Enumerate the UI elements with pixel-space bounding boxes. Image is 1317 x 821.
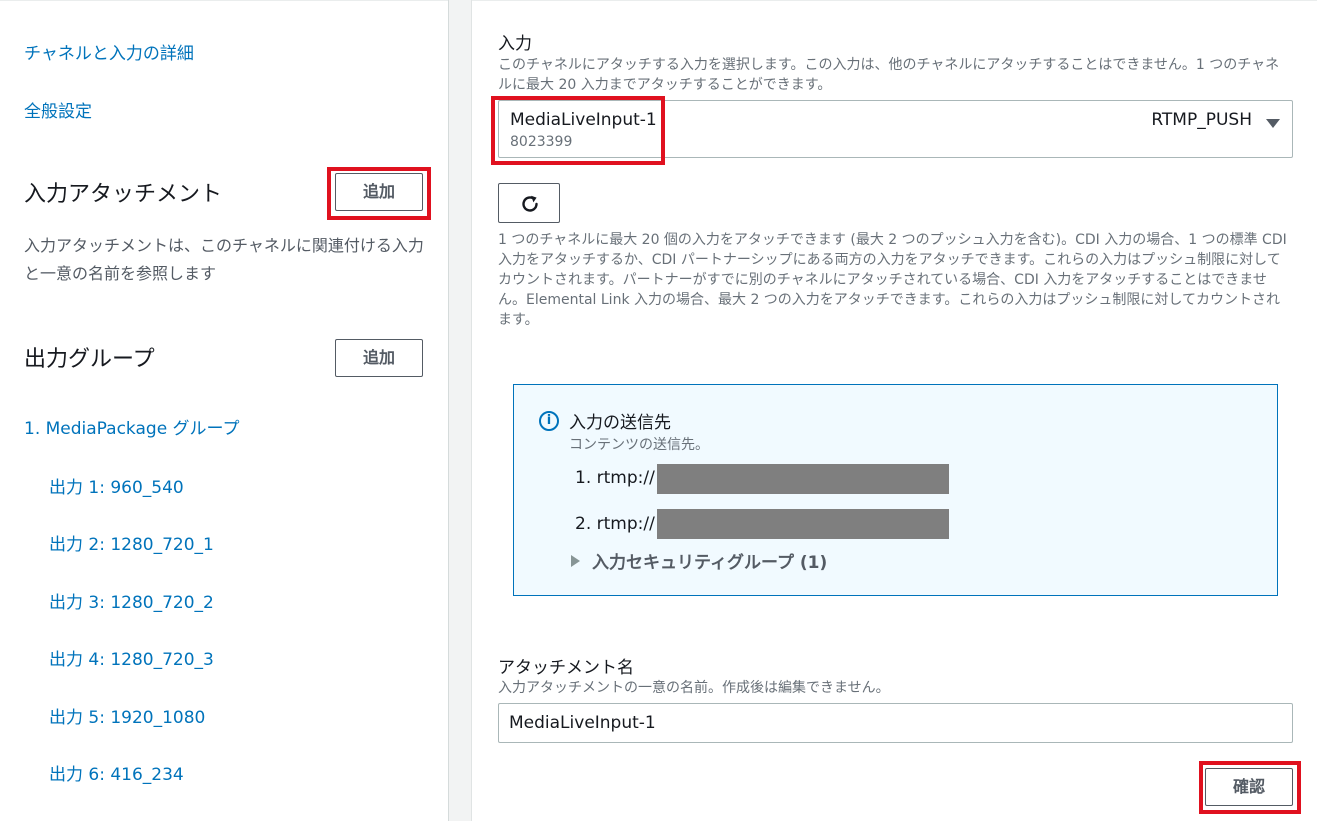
input-attachments-description: 入力アタッチメントは、このチャネルに関連付ける入力と一意の名前を参照します <box>24 236 424 283</box>
output-groups-title: 出力グループ <box>24 347 155 372</box>
input-description: このチャネルにアタッチする入力を選択します。この入力は、他のチャネルにアタッチす… <box>498 57 1280 93</box>
selected-input-type: RTMP_PUSH <box>1151 110 1252 130</box>
panel-splitter[interactable] <box>448 0 472 821</box>
input-select[interactable]: MediaLiveInput-1 8023399 RTMP_PUSH <box>498 100 1293 158</box>
general-settings-link[interactable]: 全般設定 <box>24 97 92 122</box>
caret-right-icon <box>571 555 580 567</box>
output-group-mediapackage-link[interactable]: 1. MediaPackage グループ <box>24 414 240 439</box>
output-link-2[interactable]: 出力 2: 1280_720_1 <box>49 530 214 555</box>
redacted-block <box>657 464 949 494</box>
endpoint-2: 2. rtmp:// <box>575 514 655 534</box>
attachment-name-label: アタッチメント名 <box>498 658 634 678</box>
refresh-icon <box>522 195 538 212</box>
attachment-name-input[interactable] <box>498 703 1293 743</box>
redacted-block <box>657 509 949 539</box>
input-attachments-title: 入力アタッチメント <box>24 182 223 207</box>
output-link-6[interactable]: 出力 6: 416_234 <box>49 760 184 785</box>
confirm-button[interactable]: 確認 <box>1205 768 1293 806</box>
refresh-button[interactable] <box>498 183 560 223</box>
add-input-attachment-button[interactable]: 追加 <box>335 173 423 211</box>
input-label: 入力 <box>498 34 532 54</box>
selected-input-name: MediaLiveInput-1 <box>510 110 657 130</box>
destinations-subtitle: コンテンツの送信先。 <box>569 437 709 453</box>
output-link-3[interactable]: 出力 3: 1280_720_2 <box>49 588 214 613</box>
sidebar: チャネルと入力の詳細 全般設定 入力アタッチメント 追加 入力アタッチメントは、… <box>0 0 448 821</box>
security-group-label: 入力セキュリティグループ (1) <box>592 553 828 573</box>
info-icon: i <box>539 411 559 431</box>
output-link-4[interactable]: 出力 4: 1280_720_3 <box>49 645 214 670</box>
input-destinations-panel: i 入力の送信先 コンテンツの送信先。 1. rtmp:// 2. rtmp:/… <box>513 384 1278 596</box>
output-link-1[interactable]: 出力 1: 960_540 <box>49 473 184 498</box>
output-link-5[interactable]: 出力 5: 1920_1080 <box>49 703 205 728</box>
selected-input-id: 8023399 <box>510 134 573 150</box>
channel-input-details-link[interactable]: チャネルと入力の詳細 <box>24 39 194 64</box>
caret-down-icon <box>1266 119 1280 128</box>
destinations-title: 入力の送信先 <box>569 413 671 433</box>
endpoint-1: 1. rtmp:// <box>575 468 655 488</box>
add-output-group-button[interactable]: 追加 <box>335 339 423 377</box>
attachment-name-description: 入力アタッチメントの一意の名前。作成後は編集できません。 <box>498 680 890 696</box>
security-group-expander[interactable]: 入力セキュリティグループ (1) <box>571 548 827 573</box>
input-limits-note: 1 つのチャネルに最大 20 個の入力をアタッチできます (最大 2 つのプッシ… <box>498 232 1287 328</box>
